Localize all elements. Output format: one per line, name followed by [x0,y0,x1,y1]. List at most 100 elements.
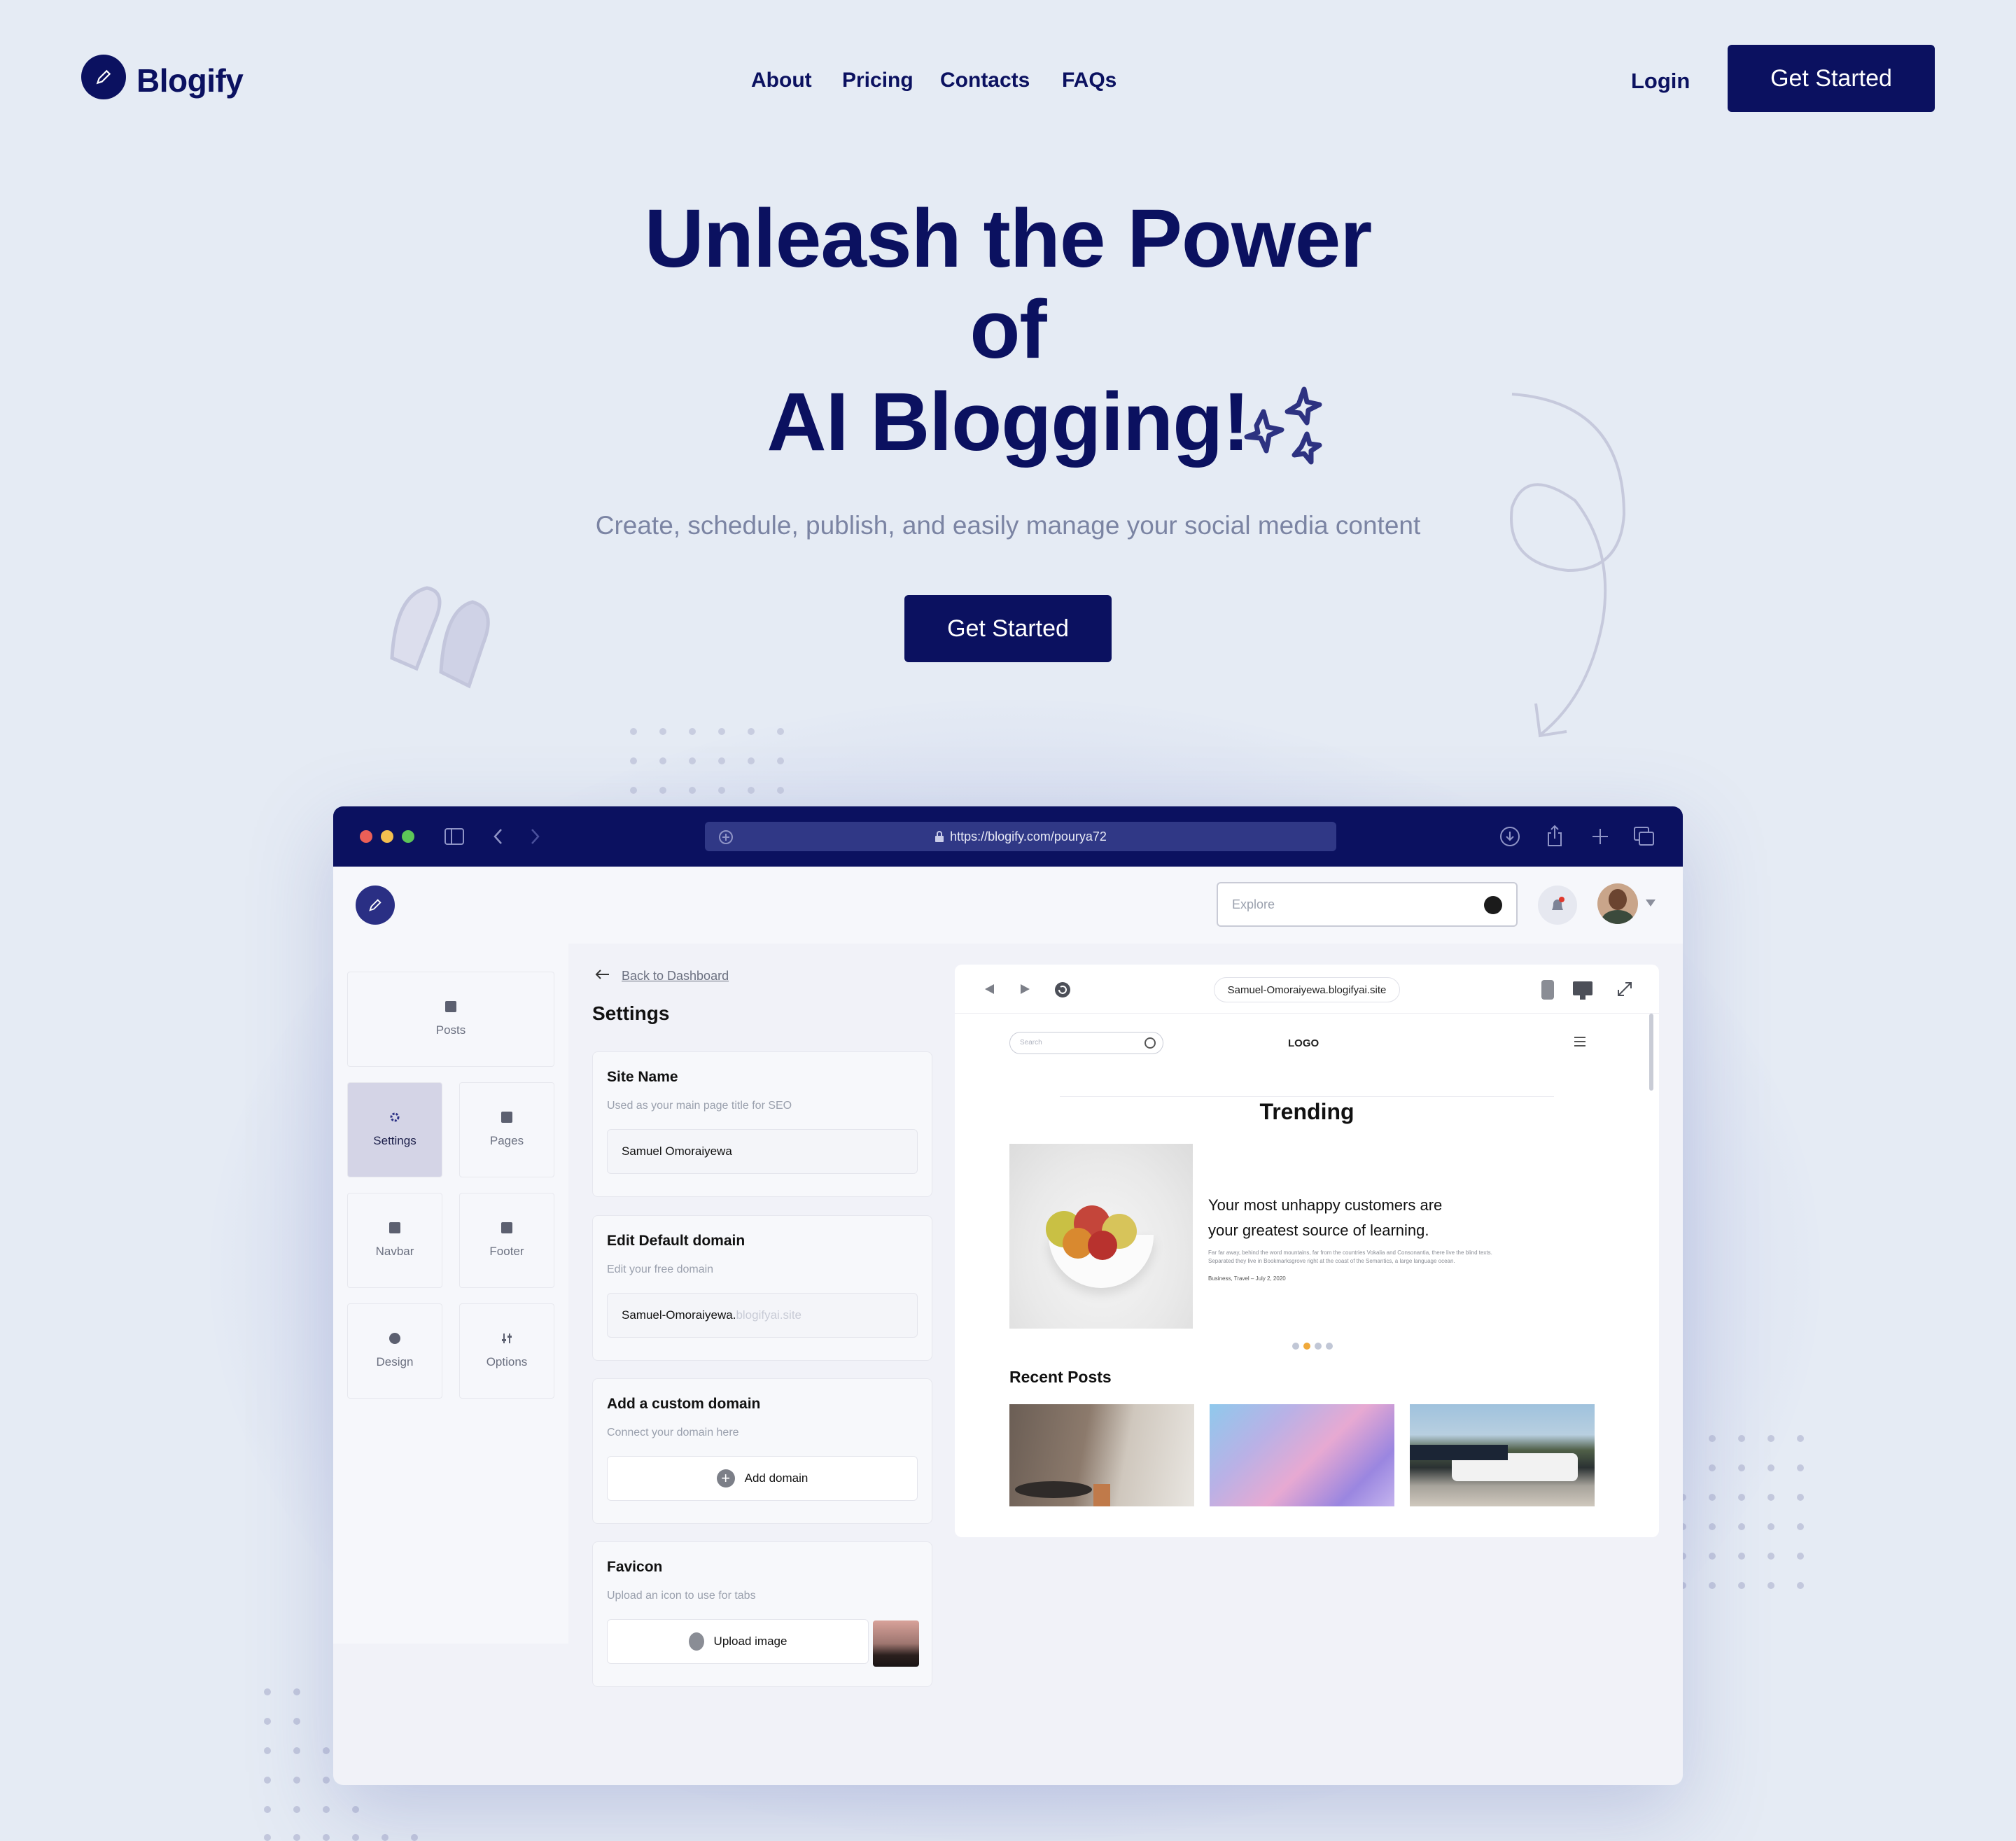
recent-post-image[interactable] [1009,1404,1194,1506]
hero-title-line-3: AI Blogging! [766,376,1250,468]
site-name-input[interactable]: Samuel Omoraiyewa [607,1129,918,1174]
navbar-icon [389,1222,400,1233]
download-icon[interactable] [1499,826,1520,847]
sidebar-label: Options [486,1355,528,1368]
sidebar-label: Pages [489,1134,524,1147]
nav-pricing[interactable]: Pricing [842,69,913,92]
hero-title-line-2: of [969,284,1046,376]
card-subtitle: Used as your main page title for SEO [607,1100,792,1112]
card-subtitle: Connect your domain here [607,1427,739,1438]
recent-post-image[interactable] [1410,1404,1595,1506]
pages-icon [501,1112,512,1123]
browser-chrome: https://blogify.com/pourya72 [333,806,1683,867]
quote-marks-doodle-icon [390,586,490,689]
new-tab-icon[interactable] [1591,827,1609,846]
domain-input[interactable]: Samuel-Omoraiyewa. blogifyai.site [607,1293,918,1338]
card-subtitle: Edit your free domain [607,1264,714,1275]
carousel-dots[interactable] [1292,1343,1333,1350]
favicon-thumbnail [873,1620,919,1667]
add-domain-button[interactable]: + Add domain [607,1456,918,1501]
site-preview: Samuel-Omoraiyewa.blogifyai.site Search … [955,965,1659,1537]
forward-arrow-icon[interactable] [528,827,542,846]
default-domain-card: Edit Default domain Edit your free domai… [592,1215,932,1361]
stars-doodle-icon [1244,386,1322,465]
domain-value: Samuel-Omoraiyewa. [622,1308,736,1322]
brand-name[interactable]: Blogify [136,62,244,99]
sidebar-item-pages[interactable]: Pages [459,1082,554,1177]
recent-posts-heading: Recent Posts [1009,1368,1112,1386]
headline-line-2: your greatest source of learning. [1208,1222,1429,1239]
dot-grid-decoration [630,728,784,794]
nav-faqs[interactable]: FAQs [1062,69,1116,92]
hero-title-line-1: Unleash the Power [644,192,1373,285]
avatar[interactable] [1597,883,1638,924]
carousel-dot[interactable] [1326,1343,1333,1350]
back-arrow-icon[interactable] [595,969,610,980]
preview-search-input[interactable]: Search [1009,1032,1163,1054]
login-link[interactable]: Login [1631,69,1690,94]
mobile-view-icon[interactable] [1541,980,1554,1000]
preview-back-icon[interactable] [983,983,995,995]
trending-excerpt: Far far away, behind the word mountains,… [1208,1249,1600,1266]
recent-post-image[interactable] [1210,1404,1394,1506]
hero-get-started-button[interactable]: Get Started [904,595,1112,662]
carousel-dot-active[interactable] [1303,1343,1310,1350]
chevron-down-icon[interactable] [1645,899,1656,907]
maximize-dot-icon[interactable] [402,830,414,843]
sidebar-item-design[interactable]: Design [347,1303,442,1399]
brand-logo-icon[interactable] [81,55,126,99]
refresh-icon[interactable] [1054,981,1071,998]
preview-forward-icon[interactable] [1019,983,1032,995]
sidebar-item-settings[interactable]: Settings [347,1082,442,1177]
sidebar-item-options[interactable]: Options [459,1303,554,1399]
nav-contacts[interactable]: Contacts [940,69,1030,92]
address-bar[interactable]: https://blogify.com/pourya72 [705,822,1336,851]
browser-window: https://blogify.com/pourya72 Explore Pos… [333,806,1683,1785]
sidebar-label: Design [376,1355,414,1368]
preview-search-placeholder: Search [1020,1039,1042,1046]
desktop-view-icon[interactable] [1572,980,1593,1001]
get-started-button[interactable]: Get Started [1728,45,1935,112]
close-dot-icon[interactable] [360,830,372,843]
back-to-dashboard-link[interactable]: Back to Dashboard [622,969,729,983]
explore-search-input[interactable]: Explore [1217,882,1518,927]
posts-icon [445,1001,456,1012]
trending-image[interactable] [1009,1144,1193,1329]
trending-heading: Trending [1259,1099,1354,1124]
share-icon[interactable] [1546,825,1564,847]
back-arrow-icon[interactable] [491,827,505,846]
site-name-card: Site Name Used as your main page title f… [592,1051,932,1197]
preview-logo[interactable]: LOGO [1288,1037,1319,1049]
explore-placeholder: Explore [1232,897,1275,911]
sidebar-item-navbar[interactable]: Navbar [347,1193,442,1288]
sliders-icon [502,1334,512,1343]
carousel-dot[interactable] [1292,1343,1299,1350]
expand-icon[interactable] [1617,981,1632,997]
plus-circle-icon: + [716,1469,735,1488]
excerpt-line-1: Far far away, behind the word mountains,… [1208,1250,1492,1256]
tabs-overview-icon[interactable] [1633,826,1656,847]
app-logo-icon[interactable] [356,886,395,925]
sidebar-item-footer[interactable]: Footer [459,1193,554,1288]
search-icon[interactable] [1484,896,1502,914]
card-subtitle: Upload an icon to use for tabs [607,1590,756,1602]
carousel-dot[interactable] [1315,1343,1322,1350]
minimize-dot-icon[interactable] [381,830,393,843]
sidebar-item-posts[interactable]: Posts [347,972,554,1067]
sidebar-label: Settings [373,1134,416,1147]
dot-grid-decoration [1679,1435,1804,1589]
add-domain-label: Add domain [744,1471,808,1485]
add-circle-icon[interactable] [718,830,734,845]
notification-bell-icon[interactable] [1538,886,1577,925]
divider [1060,1096,1554,1097]
preview-url[interactable]: Samuel-Omoraiyewa.blogifyai.site [1214,977,1400,1002]
preview-scrollbar[interactable] [1649,1014,1653,1091]
trending-headline[interactable]: Your most unhappy customers are your gre… [1208,1193,1442,1243]
card-title: Site Name [607,1069,678,1085]
nav-about[interactable]: About [751,69,812,92]
sidebar-toggle-icon[interactable] [444,827,465,846]
hamburger-menu-icon[interactable] [1574,1036,1586,1047]
palette-icon [389,1333,400,1344]
upload-image-button[interactable]: Upload image [607,1619,869,1664]
sidebar-label: Footer [489,1245,524,1258]
